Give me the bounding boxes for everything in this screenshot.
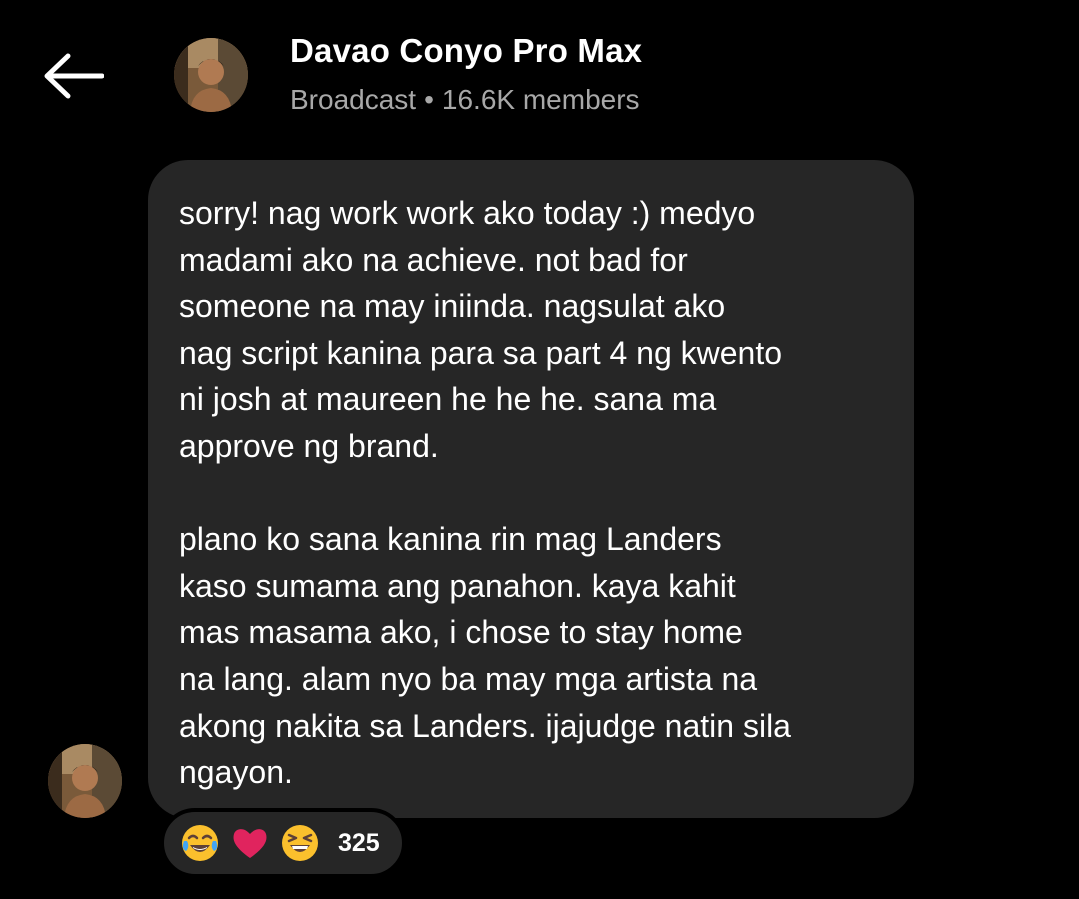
sender-avatar[interactable] xyxy=(48,744,122,818)
channel-avatar[interactable] xyxy=(174,38,248,112)
broadcast-channel-screen: Davao Conyo Pro Max Broadcast • 16.6K memb… xyxy=(0,0,1079,899)
channel-subtitle: Broadcast • 16.6K members xyxy=(290,84,640,116)
face-with-tears-of-joy-icon xyxy=(182,825,218,861)
subtitle-separator: • xyxy=(424,84,434,115)
channel-title[interactable]: Davao Conyo Pro Max xyxy=(290,32,642,70)
message-paragraph: plano ko sana kanina rin mag Landers kas… xyxy=(179,521,791,791)
red-heart-icon xyxy=(233,829,267,858)
channel-type: Broadcast xyxy=(290,84,417,115)
back-button[interactable] xyxy=(38,48,108,104)
reaction-count: 325 xyxy=(338,828,380,857)
reactions-pill[interactable]: 325 xyxy=(160,808,406,878)
member-count: 16.6K members xyxy=(441,84,640,115)
message-paragraph: sorry! nag work work ako today :) medyo … xyxy=(179,195,783,464)
arrow-left-icon xyxy=(44,53,104,99)
grinning-squinting-face-icon xyxy=(282,825,318,861)
message-bubble[interactable]: sorry! nag work work ako today :) medyo … xyxy=(148,160,914,818)
